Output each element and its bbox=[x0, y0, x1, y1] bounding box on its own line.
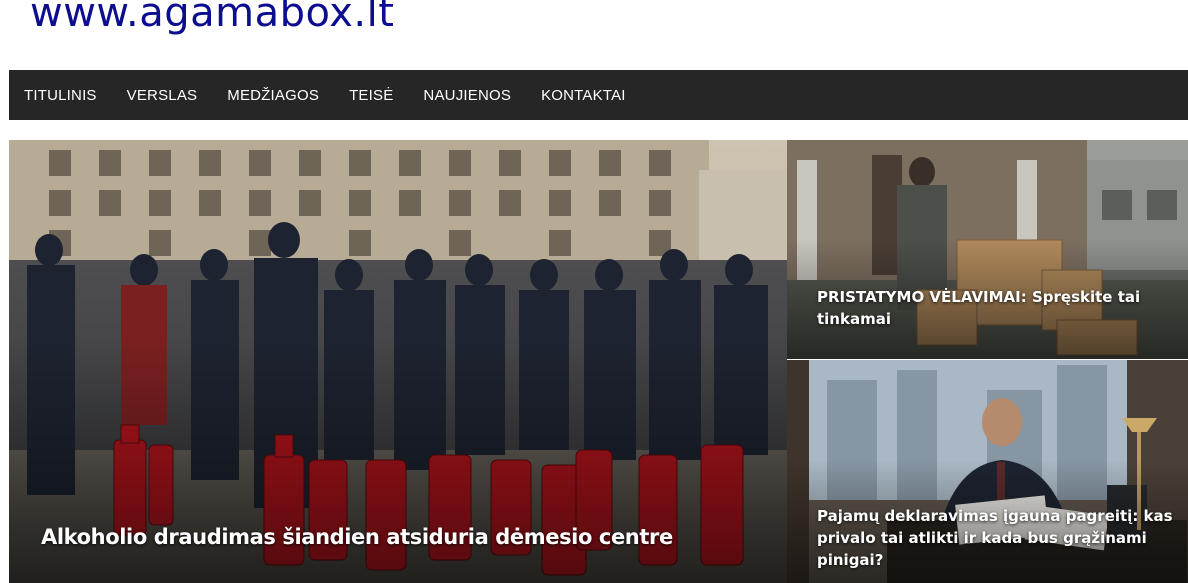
article-card-delivery[interactable]: PRISTATYMO VĖLAVIMAI: Spręskite tai tink… bbox=[787, 140, 1188, 359]
main-navigation: TITULINIS VERSLAS MEDŽIAGOS TEISĖ NAUJIE… bbox=[9, 70, 1188, 120]
nav-item-naujienos[interactable]: NAUJIENOS bbox=[423, 87, 511, 104]
article-card-tax[interactable]: Pajamų deklaravimas įgauna pagreitį: kas… bbox=[787, 360, 1188, 583]
nav-item-verslas[interactable]: VERSLAS bbox=[127, 87, 198, 104]
site-title-link[interactable]: www.agamabox.lt bbox=[30, 0, 394, 36]
nav-item-teise[interactable]: TEISĖ bbox=[349, 87, 393, 104]
nav-item-titulinis[interactable]: TITULINIS bbox=[24, 87, 97, 104]
nav-item-medziagos[interactable]: MEDŽIAGOS bbox=[227, 87, 319, 104]
article-title-tax[interactable]: Pajamų deklaravimas įgauna pagreitį: kas… bbox=[817, 505, 1177, 571]
featured-article-main[interactable]: Alkoholio draudimas šiandien atsiduria d… bbox=[9, 140, 787, 583]
article-title-delivery[interactable]: PRISTATYMO VĖLAVIMAI: Spręskite tai tink… bbox=[817, 286, 1157, 330]
featured-article-title[interactable]: Alkoholio draudimas šiandien atsiduria d… bbox=[41, 525, 673, 549]
nav-item-kontaktai[interactable]: KONTAKTAI bbox=[541, 87, 626, 104]
